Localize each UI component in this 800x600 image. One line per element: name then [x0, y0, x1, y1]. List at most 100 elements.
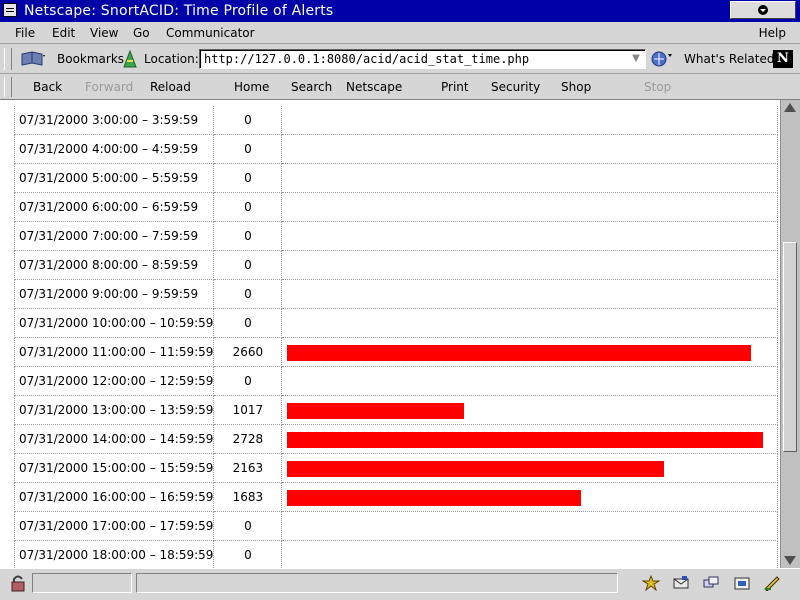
navigation-toolbar: Back Forward Reload Home Search Netscape…: [0, 74, 800, 100]
url-dropdown-icon[interactable]: ▼: [629, 51, 643, 67]
alert-count-cell: 2660: [214, 338, 283, 367]
time-range-cell: 07/31/2000 15:00:00 – 15:59:59: [14, 454, 215, 483]
bar-cell: [282, 454, 779, 483]
location-toolbar: Bookmarks Location: ▼ What's Related N: [0, 44, 800, 74]
alert-count-cell: 1017: [214, 396, 283, 425]
discussion-groups-icon[interactable]: [702, 575, 720, 591]
time-range-cell: 07/31/2000 12:00:00 – 12:59:59: [14, 367, 215, 396]
search-button[interactable]: Search: [291, 80, 332, 94]
table-row: 07/31/2000 11:00:00 – 11:59:59 2660: [14, 338, 779, 367]
bar-cell: [282, 106, 779, 135]
netscape-button[interactable]: Netscape: [346, 80, 402, 94]
table-row: 07/31/2000 9:00:00 – 9:59:59 0: [14, 280, 779, 309]
menu-go[interactable]: Go: [133, 26, 150, 40]
table-row: 07/31/2000 13:00:00 – 13:59:59 1017: [14, 396, 779, 425]
composer-pen-icon[interactable]: [763, 575, 781, 591]
bookmarks-label[interactable]: Bookmarks: [57, 52, 124, 66]
alert-count-bar: [287, 345, 752, 361]
menu-edit[interactable]: Edit: [52, 26, 75, 40]
navigator-icon[interactable]: [642, 575, 660, 591]
scroll-up-arrow-icon[interactable]: [784, 103, 796, 112]
alert-count-bar: [287, 490, 582, 506]
location-icon[interactable]: [121, 49, 139, 69]
time-range-cell: 07/31/2000 10:00:00 – 10:59:59: [14, 309, 215, 338]
time-range-cell: 07/31/2000 13:00:00 – 13:59:59: [14, 396, 215, 425]
time-range-cell: 07/31/2000 6:00:00 – 6:59:59: [14, 193, 215, 222]
menu-help[interactable]: Help: [759, 26, 786, 40]
bar-cell: [282, 483, 779, 512]
alert-count-cell: 0: [214, 280, 283, 309]
bar-cell: [282, 338, 779, 367]
bar-cell: [282, 251, 779, 280]
mail-icon[interactable]: [672, 575, 690, 591]
alert-count-bar: [287, 461, 665, 477]
time-range-cell: 07/31/2000 3:00:00 – 3:59:59: [14, 106, 215, 135]
alert-count-cell: 0: [214, 106, 283, 135]
bar-cell: [282, 512, 779, 541]
alert-count-cell: 0: [214, 541, 283, 568]
security-lock-icon[interactable]: [9, 574, 27, 592]
page-content: 07/31/2000 3:00:00 – 3:59:59 0 07/31/2000 …: [0, 100, 780, 568]
window-control-button[interactable]: [730, 1, 796, 19]
bar-cell: [282, 396, 779, 425]
scroll-down-arrow-icon[interactable]: [784, 556, 796, 565]
whats-related-icon[interactable]: [650, 50, 674, 68]
toolbar-grip[interactable]: [4, 48, 12, 70]
alert-count-cell: 0: [214, 193, 283, 222]
security-button[interactable]: Security: [491, 80, 540, 94]
bookmarks-icon[interactable]: [20, 50, 46, 68]
table-row: 07/31/2000 6:00:00 – 6:59:59 0: [14, 193, 779, 222]
location-label: Location:: [144, 52, 199, 66]
table-row: 07/31/2000 10:00:00 – 10:59:59 0: [14, 309, 779, 338]
table-row: 07/31/2000 16:00:00 – 16:59:59 1683: [14, 483, 779, 512]
time-range-cell: 07/31/2000 17:00:00 – 17:59:59: [14, 512, 215, 541]
alert-count-cell: 0: [214, 309, 283, 338]
table-row: 07/31/2000 15:00:00 – 15:59:59 2163: [14, 454, 779, 483]
window-title: Netscape: SnortACID: Time Profile of Ale…: [24, 3, 334, 19]
time-range-cell: 07/31/2000 14:00:00 – 14:59:59: [14, 425, 215, 454]
vertical-scrollbar[interactable]: [780, 100, 800, 568]
whats-related-label[interactable]: What's Related: [684, 52, 774, 66]
composer-icon[interactable]: [733, 575, 751, 591]
alert-count-cell: 0: [214, 135, 283, 164]
table-row: 07/31/2000 14:00:00 – 14:59:59 2728: [14, 425, 779, 454]
reload-button[interactable]: Reload: [150, 80, 191, 94]
bar-cell: [282, 280, 779, 309]
time-range-cell: 07/31/2000 5:00:00 – 5:59:59: [14, 164, 215, 193]
bar-cell: [282, 222, 779, 251]
table-row: 07/31/2000 3:00:00 – 3:59:59 0: [14, 106, 779, 135]
bar-cell: [282, 425, 779, 454]
status-text-field: [136, 573, 618, 593]
time-range-cell: 07/31/2000 8:00:00 – 8:59:59: [14, 251, 215, 280]
forward-button[interactable]: Forward: [85, 80, 133, 94]
back-button[interactable]: Back: [33, 80, 62, 94]
status-bar: [0, 568, 800, 600]
alert-count-cell: 2728: [214, 425, 283, 454]
window-menu-icon[interactable]: [3, 3, 17, 17]
alert-count-bar: [287, 432, 764, 448]
home-button[interactable]: Home: [234, 80, 269, 94]
time-range-cell: 07/31/2000 16:00:00 – 16:59:59: [14, 483, 215, 512]
menu-view[interactable]: View: [90, 26, 118, 40]
table-row: 07/31/2000 4:00:00 – 4:59:59 0: [14, 135, 779, 164]
alert-count-cell: 0: [214, 367, 283, 396]
shop-button[interactable]: Shop: [561, 80, 591, 94]
alert-count-bar: [287, 403, 465, 419]
time-profile-table: 07/31/2000 3:00:00 – 3:59:59 0 07/31/2000 …: [14, 106, 779, 568]
bar-cell: [282, 164, 779, 193]
menu-communicator[interactable]: Communicator: [166, 26, 255, 40]
table-row: 07/31/2000 18:00:00 – 18:59:59 0: [14, 541, 779, 568]
stop-button[interactable]: Stop: [644, 80, 671, 94]
time-range-cell: 07/31/2000 7:00:00 – 7:59:59: [14, 222, 215, 251]
url-input[interactable]: [199, 49, 646, 69]
scroll-thumb[interactable]: [783, 242, 797, 452]
alert-count-cell: 0: [214, 512, 283, 541]
time-range-cell: 07/31/2000 11:00:00 – 11:59:59: [14, 338, 215, 367]
alert-count-cell: 2163: [214, 454, 283, 483]
menu-file[interactable]: File: [15, 26, 35, 40]
toolbar-grip[interactable]: [4, 77, 12, 97]
bar-cell: [282, 193, 779, 222]
bar-cell: [282, 541, 779, 568]
table-row: 07/31/2000 5:00:00 – 5:59:59 0: [14, 164, 779, 193]
print-button[interactable]: Print: [441, 80, 469, 94]
